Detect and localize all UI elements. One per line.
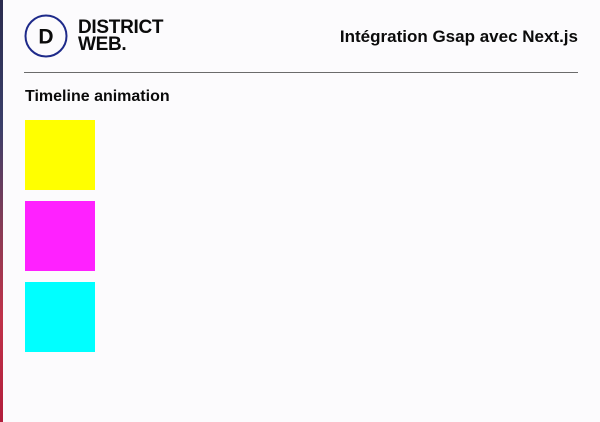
site-header: D DISTRICT WEB. Intégration Gsap avec Ne… — [24, 14, 578, 62]
logo-letter: D — [38, 26, 53, 49]
page-title: Intégration Gsap avec Next.js — [339, 27, 578, 46]
brand-logo[interactable]: D DISTRICT WEB. — [24, 14, 164, 58]
brand-name: DISTRICT WEB. — [78, 18, 164, 55]
header-divider — [24, 72, 578, 73]
magenta-box — [25, 201, 95, 271]
yellow-box — [25, 120, 95, 190]
window-edge-strip — [0, 0, 3, 422]
cyan-box — [25, 282, 95, 352]
brand-name-line2: WEB. — [78, 34, 127, 55]
logo-d-icon: D — [24, 14, 68, 58]
page: D DISTRICT WEB. Intégration Gsap avec Ne… — [0, 0, 600, 422]
section-heading: Timeline animation — [25, 88, 170, 105]
